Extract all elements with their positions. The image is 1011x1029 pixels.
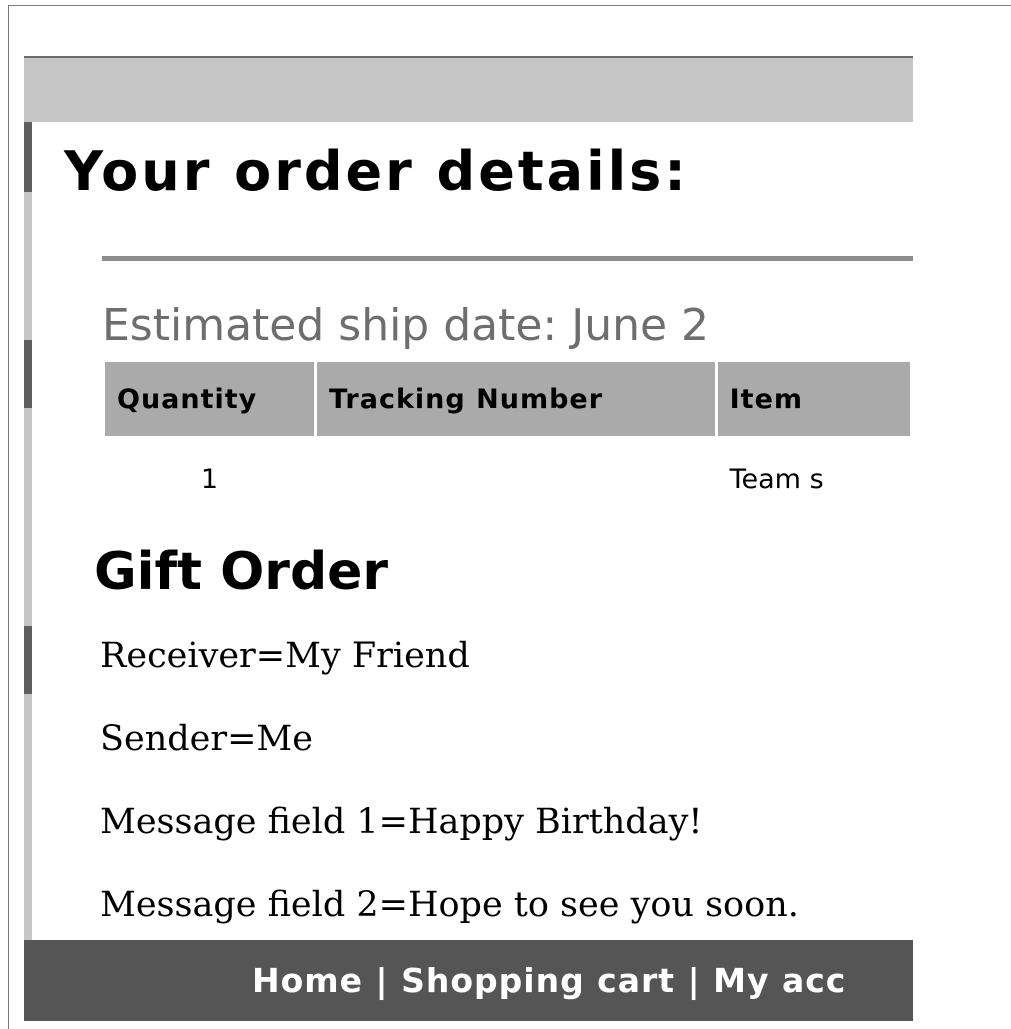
footer-nav: Home | Shopping cart | My acc — [252, 961, 846, 1000]
footer-separator: | — [363, 961, 402, 1000]
quantity-cell: 1 — [200, 463, 219, 495]
footer-link-my-account[interactable]: My acc — [713, 961, 846, 1000]
footer-separator: | — [675, 961, 714, 1000]
gift-order-title: Gift Order — [94, 542, 389, 602]
column-header-tracking-number: Tracking Number — [316, 362, 715, 436]
item-cell: Team s — [729, 463, 824, 495]
page-title: Your order details: — [64, 140, 689, 203]
order-table: Quantity Tracking Number Item 1 Team s — [102, 362, 913, 522]
gift-receiver: Receiver=My Friend — [100, 636, 470, 676]
estimated-ship-date: Estimated ship date: June 2 — [102, 300, 710, 351]
table-header-row: Quantity Tracking Number Item — [105, 362, 910, 436]
tracking-number-cell — [317, 436, 715, 522]
column-header-item: Item — [717, 362, 910, 436]
page-frame: Your order details: Estimated ship date:… — [24, 56, 913, 1021]
footer-link-shopping-cart[interactable]: Shopping cart — [401, 961, 675, 1000]
gift-message-1: Message field 1=Happy Birthday! — [100, 802, 703, 842]
footer-bar: Home | Shopping cart | My acc — [24, 940, 913, 1021]
table-row: 1 Team s — [105, 436, 910, 522]
header-bar — [24, 56, 913, 122]
gift-message-2: Message field 2=Hope to see you soon. — [100, 885, 799, 925]
divider — [102, 256, 913, 261]
left-stripe-light — [24, 694, 32, 940]
left-stripe-dark — [24, 340, 32, 408]
footer-link-home[interactable]: Home — [252, 961, 363, 1000]
left-stripe-light — [24, 408, 32, 626]
gift-sender: Sender=Me — [100, 719, 313, 759]
left-stripe-dark — [24, 626, 32, 694]
left-stripe-light — [24, 192, 32, 340]
column-header-quantity: Quantity — [105, 362, 314, 436]
